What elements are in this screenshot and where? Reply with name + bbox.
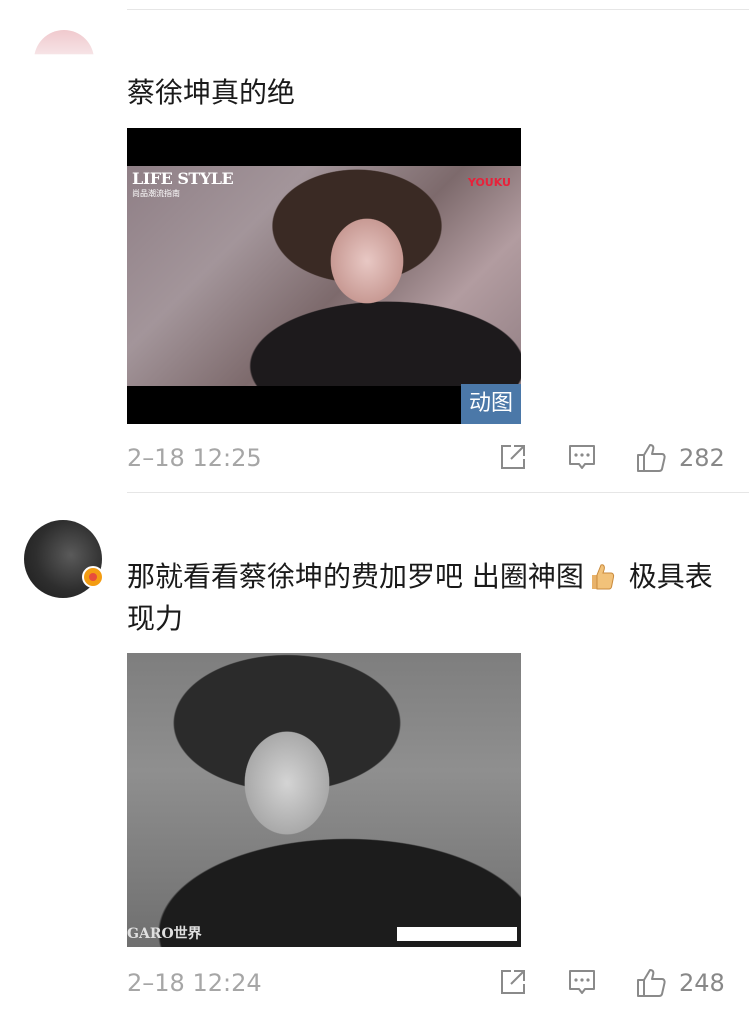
redaction-bar: [397, 927, 517, 941]
comment-divider: [127, 492, 749, 493]
media-watermark: GARO世界: [127, 926, 202, 942]
thumbs-up-icon: [637, 969, 666, 997]
comment-icon: [569, 970, 595, 994]
like-count: 248: [679, 969, 725, 997]
comment-image[interactable]: GARO世界: [127, 653, 521, 947]
like-button[interactable]: 248: [635, 967, 731, 999]
media-watermark: YOUKU: [467, 176, 511, 189]
top-divider: [127, 9, 749, 10]
share-icon: [501, 445, 525, 469]
media-brand: LIFE STYLE: [132, 169, 234, 188]
share-button[interactable]: [498, 442, 530, 474]
comment-icon: [569, 445, 595, 469]
avatar[interactable]: [34, 30, 94, 90]
thumbs-up-emoji-icon: [591, 564, 615, 590]
timestamp: 2–18 12:25: [127, 444, 262, 472]
share-button[interactable]: [498, 967, 530, 999]
gif-frame: LIFE STYLE 尚品潮流指南 YOUKU: [127, 166, 521, 386]
comment-text: 蔡徐坤真的绝: [127, 76, 296, 109]
comment-text: 那就看看蔡徐坤的费加罗吧 出圈神图 极具表现力: [127, 556, 727, 640]
comment-meta: 2–18 12:25 282: [127, 438, 725, 478]
reply-button[interactable]: [567, 442, 599, 474]
like-count: 282: [679, 444, 725, 472]
share-icon: [501, 970, 525, 994]
comment-feed: 蔡徐坤真的绝 LIFE STYLE 尚品潮流指南 YOUKU 动图 2–18 1…: [0, 0, 749, 1017]
reply-button[interactable]: [567, 967, 599, 999]
comment-meta: 2–18 12:24 248: [127, 963, 725, 1003]
media-brand-sub: 尚品潮流指南: [132, 189, 180, 198]
gif-badge: 动图: [461, 384, 521, 424]
thumbs-up-icon: [637, 444, 666, 472]
vip-badge-icon: [82, 566, 104, 588]
like-button[interactable]: 282: [635, 442, 731, 474]
comment-gif[interactable]: LIFE STYLE 尚品潮流指南 YOUKU 动图: [127, 128, 521, 424]
comment-text-part: 那就看看蔡徐坤的费加罗吧 出圈神图: [127, 560, 584, 593]
timestamp: 2–18 12:24: [127, 969, 262, 997]
